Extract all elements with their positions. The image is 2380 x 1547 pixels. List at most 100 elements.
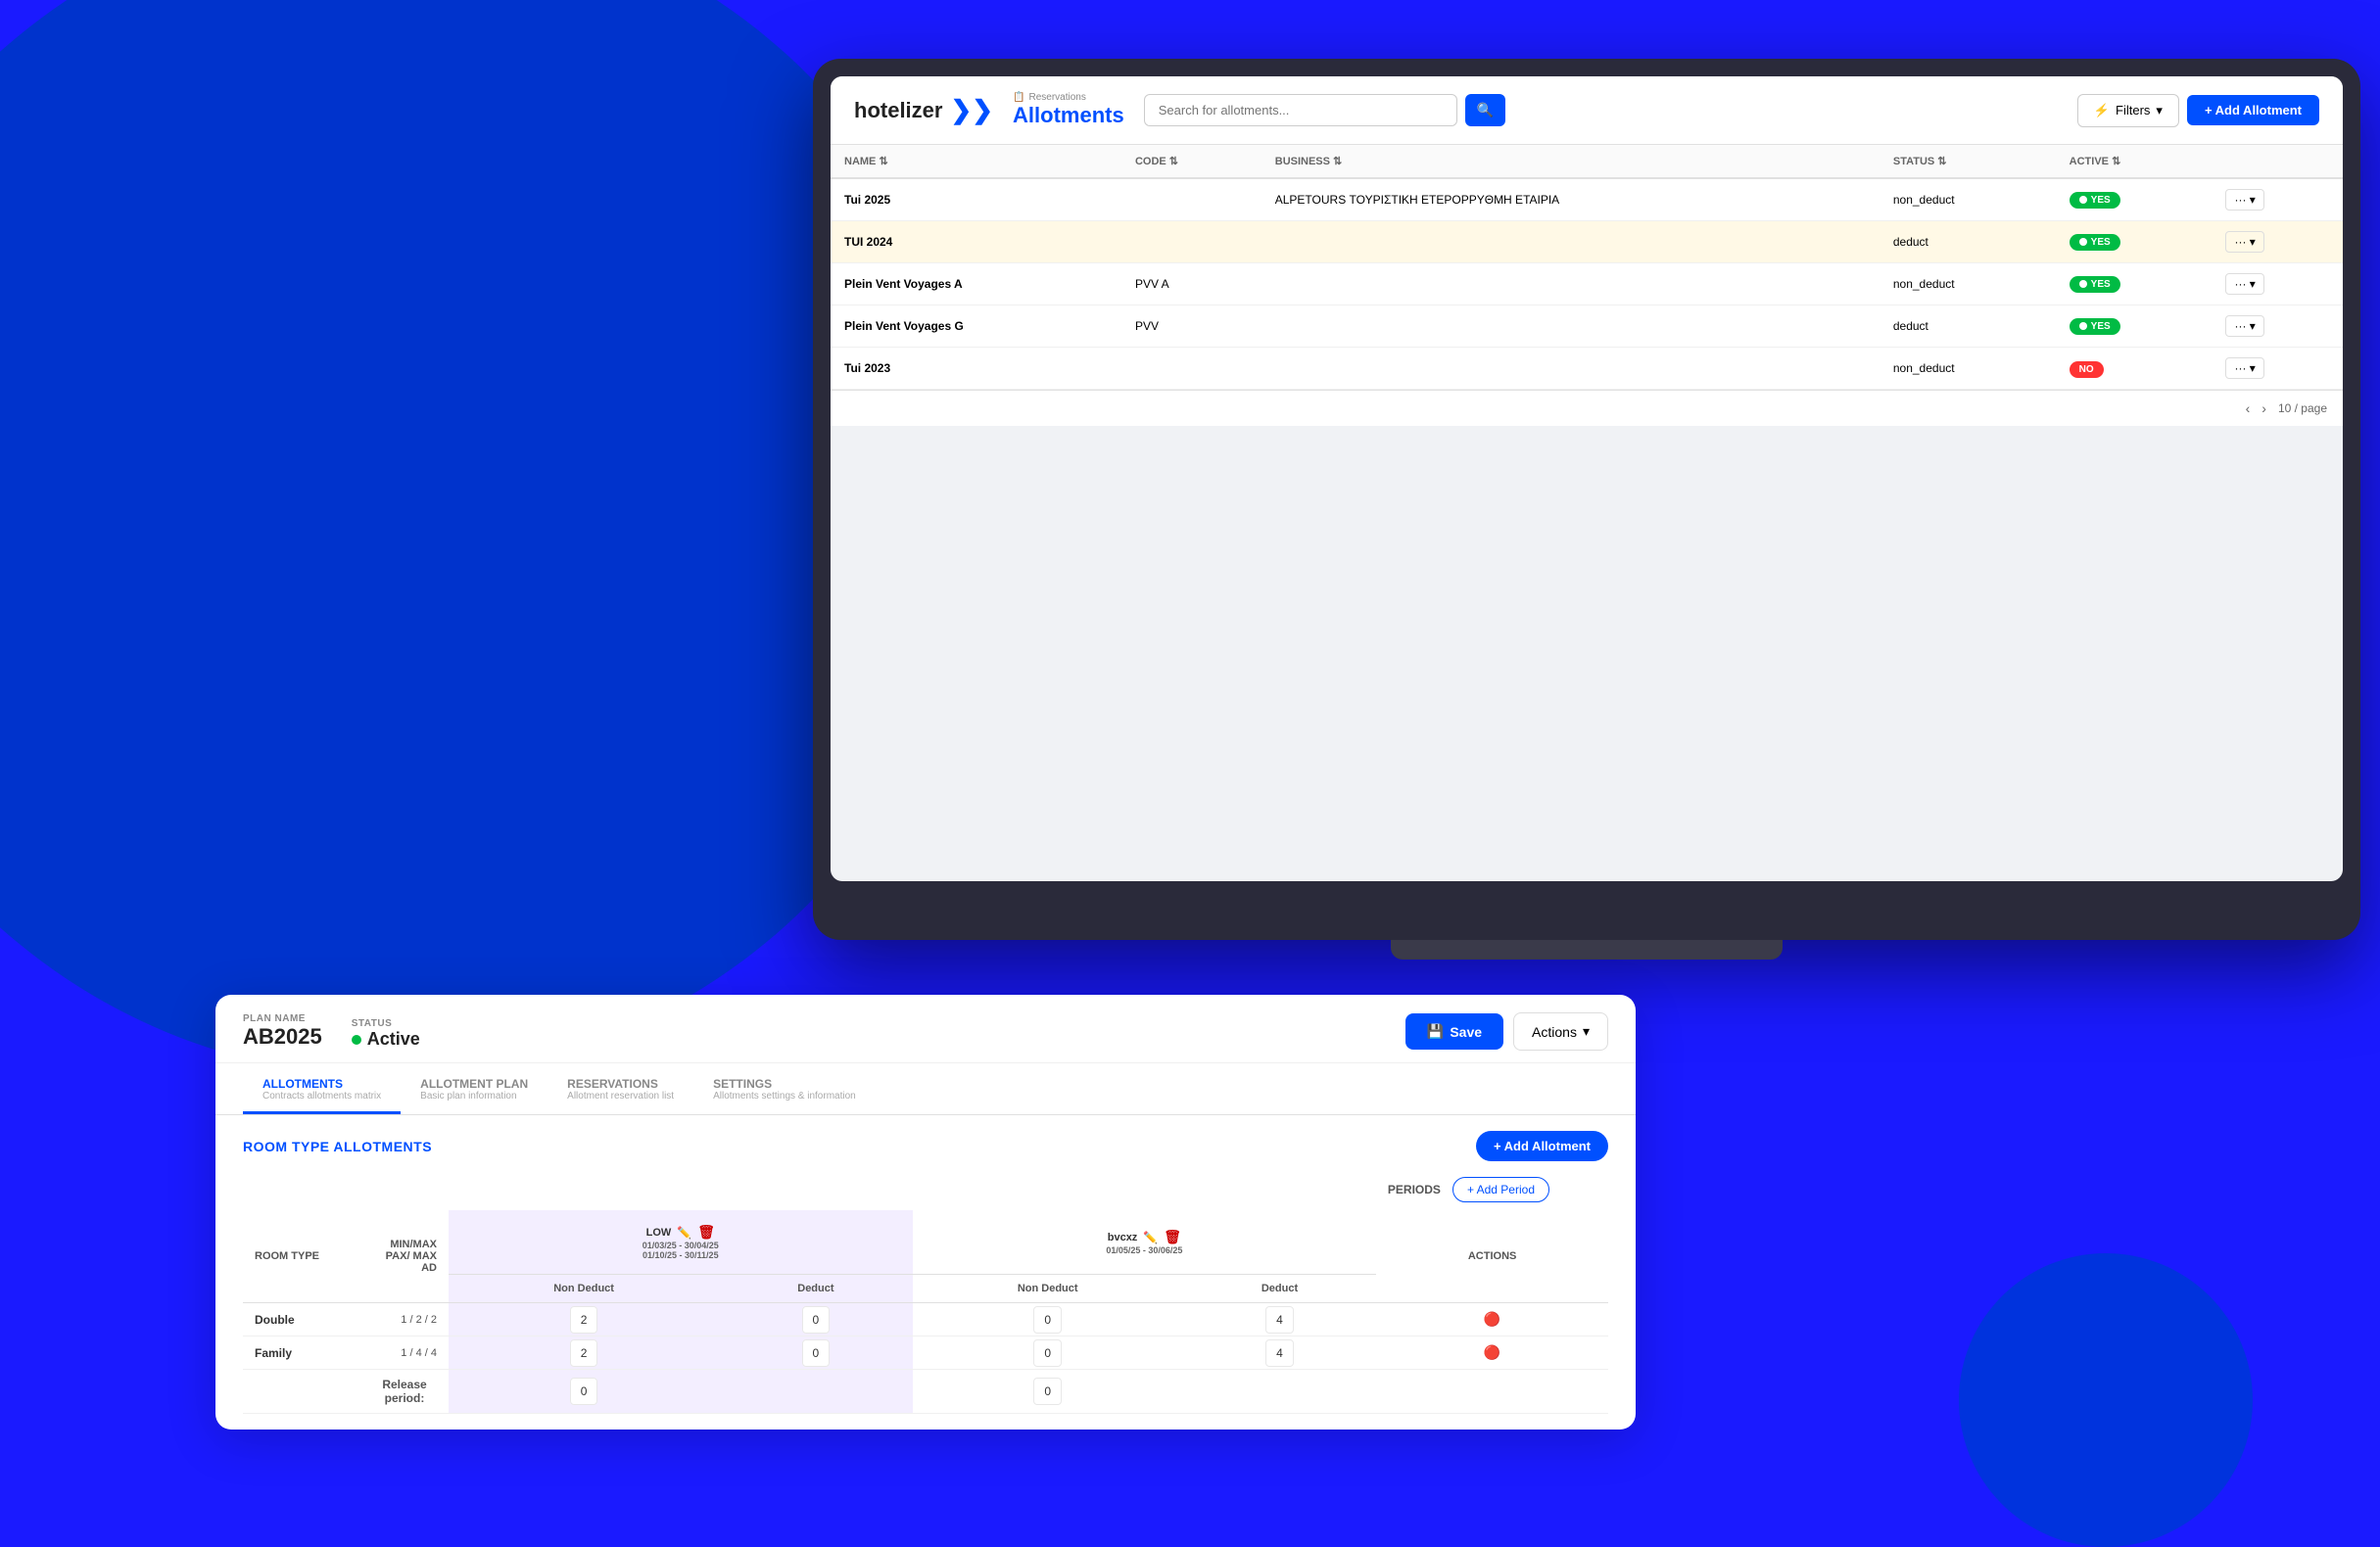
cell-status: non_deduct [1880,348,2056,390]
cell-code [1121,178,1261,221]
release-period-row: Release period: 0 0 [243,1370,1608,1414]
row-delete-icon[interactable]: 🔴 [1484,1344,1500,1360]
table-row[interactable]: Plein Vent Voyages G PVV deduct YES ··· … [831,305,2343,348]
active-toggle-no[interactable]: NO [2070,361,2104,378]
filters-button[interactable]: ⚡ Filters ▾ [2077,94,2179,127]
period-bvcxz-delete-icon[interactable]: 🗑 [1164,1229,1181,1245]
tab-subtitle: Contracts allotments matrix [262,1091,381,1102]
periods-header: PERIODS + Add Period [243,1177,1608,1202]
grid-cell-bvcxz-nd: 0 [913,1303,1183,1336]
laptop-base [1391,940,1783,960]
period-low-delete-icon[interactable]: 🗑 [697,1224,715,1241]
panel-actions: 💾 Save Actions ▾ [1405,1012,1608,1051]
col-room-type: ROOM TYPE [243,1210,360,1303]
subcol-bvcxz-nondeduct: Non Deduct [913,1275,1183,1303]
grid-cell-low-d: 0 [719,1336,912,1370]
chevron-down-icon: ▾ [1583,1023,1590,1040]
chevron-down-icon: ▾ [2156,103,2163,118]
reservations-icon: 📋 [1013,92,1024,103]
active-toggle-yes[interactable]: YES [2070,318,2120,335]
active-toggle-yes[interactable]: YES [2070,234,2120,251]
release-label: Release period: [360,1370,449,1414]
actions-label: Actions [1532,1024,1577,1040]
cell-code [1121,348,1261,390]
cell-business [1261,348,1880,390]
period-low-header: LOW ✏️ 🗑 01/03/25 - 30/04/25 01/10/25 - … [449,1210,913,1275]
active-toggle-yes[interactable]: YES [2070,276,2120,293]
actions-button[interactable]: Actions ▾ [1513,1012,1608,1051]
search-area: 🔍 ⚡ Filters ▾ + Add Allotment [1144,94,2319,127]
tab-label: ALLOTMENT PLAN [420,1077,528,1091]
more-button[interactable]: ··· ▾ [2225,357,2263,379]
add-allotment-button[interactable]: + Add Allotment [2187,95,2319,125]
bottom-panel: PLAN NAME AB2025 STATUS Active 💾 Save Ac… [215,995,1636,1430]
cell-business [1261,221,1880,263]
cell-active: YES [2056,263,2213,305]
grid-cell-low-nd: 2 [449,1336,719,1370]
rta-add-allotment-button[interactable]: + Add Allotment [1476,1131,1608,1161]
more-button[interactable]: ··· ▾ [2225,273,2263,295]
status-section: STATUS Active [352,1018,420,1050]
tab-settings[interactable]: SETTINGS Allotments settings & informati… [693,1063,876,1114]
save-button[interactable]: 💾 Save [1405,1013,1503,1050]
breadcrumb-reservations: Reservations [1029,92,1086,103]
nav-allotments-title: Allotments [1013,103,1124,128]
period-bvcxz-edit-icon[interactable]: ✏️ [1143,1231,1158,1244]
cell-business [1261,263,1880,305]
grid-cell-roomtype: Double [243,1303,360,1336]
search-input[interactable] [1144,94,1457,126]
cell-code [1121,221,1261,263]
subcol-bvcxz-deduct: Deduct [1183,1275,1376,1303]
table-row[interactable]: TUI 2024 deduct YES ··· ▾ [831,221,2343,263]
grid-cell-action: 🔴 [1376,1336,1608,1370]
laptop-screen: hotelizer ❯❯ 📋 Reservations Allotments 🔍… [831,76,2343,881]
cell-name: Plein Vent Voyages A [831,263,1121,305]
grid-cell-pax: 1 / 4 / 4 [360,1336,449,1370]
tab-label: ALLOTMENTS [262,1077,381,1091]
cell-status: non_deduct [1880,263,2056,305]
table-header-row: NAME ⇅ CODE ⇅ BUSINESS ⇅ STATUS ⇅ ACTIVE… [831,145,2343,178]
grid-header-row-1: ROOM TYPE MIN/MAX PAX/ MAX AD LOW ✏️ 🗑 0… [243,1210,1608,1275]
tab-reservations[interactable]: RESERVATIONS Allotment reservation list [547,1063,693,1114]
logo-area: hotelizer ❯❯ [854,95,993,125]
row-delete-icon[interactable]: 🔴 [1484,1311,1500,1327]
cell-name: Tui 2023 [831,348,1121,390]
table-row[interactable]: Tui 2023 non_deduct NO ··· ▾ [831,348,2343,390]
active-toggle-yes[interactable]: YES [2070,192,2120,209]
col-status: STATUS ⇅ [1880,145,2056,178]
nav-breadcrumb: 📋 Reservations Allotments [1013,92,1124,128]
cell-name: TUI 2024 [831,221,1121,263]
cell-code: PVV A [1121,263,1261,305]
release-low-d [719,1370,912,1414]
add-period-button[interactable]: + Add Period [1452,1177,1549,1202]
status-value: Active [367,1029,420,1050]
col-business: BUSINESS ⇅ [1261,145,1880,178]
more-button[interactable]: ··· ▾ [2225,189,2263,211]
cell-active: YES [2056,178,2213,221]
next-page-button[interactable]: › [2261,400,2266,416]
period-low-edit-icon[interactable]: ✏️ [677,1226,691,1240]
status-dot-icon [352,1035,361,1045]
more-button[interactable]: ··· ▾ [2225,231,2263,253]
period-bvcxz-header: bvcxz ✏️ 🗑 01/05/25 - 30/06/25 [913,1210,1377,1275]
tab-allotment-plan[interactable]: ALLOTMENT PLAN Basic plan information [401,1063,547,1114]
grid-cell-bvcxz-d: 4 [1183,1336,1376,1370]
col-code: CODE ⇅ [1121,145,1261,178]
cell-active: YES [2056,305,2213,348]
cell-more: ··· ▾ [2212,221,2343,263]
grid-row: Double 1 / 2 / 2 2 0 0 4 🔴 [243,1303,1608,1336]
more-button[interactable]: ··· ▾ [2225,315,2263,337]
cell-more: ··· ▾ [2212,305,2343,348]
save-label: Save [1450,1024,1482,1040]
cell-name: Plein Vent Voyages G [831,305,1121,348]
status-active: Active [352,1029,420,1050]
period-low-dates1: 01/03/25 - 30/04/25 [470,1241,891,1250]
prev-page-button[interactable]: ‹ [2246,400,2251,416]
col-actions: ACTIONS [1376,1210,1608,1303]
allotments-grid: ROOM TYPE MIN/MAX PAX/ MAX AD LOW ✏️ 🗑 0… [243,1210,1608,1414]
search-button[interactable]: 🔍 [1465,94,1505,126]
table-row[interactable]: Plein Vent Voyages A PVV A non_deduct YE… [831,263,2343,305]
table-row[interactable]: Tui 2025 ALPETOURS ΤΟΥΡΙΣΤΙΚΗ ΕΤΕΡΟPPYΘΜ… [831,178,2343,221]
plan-name-section: PLAN NAME AB2025 [243,1013,322,1050]
tab-allotments[interactable]: ALLOTMENTS Contracts allotments matrix [243,1063,401,1114]
